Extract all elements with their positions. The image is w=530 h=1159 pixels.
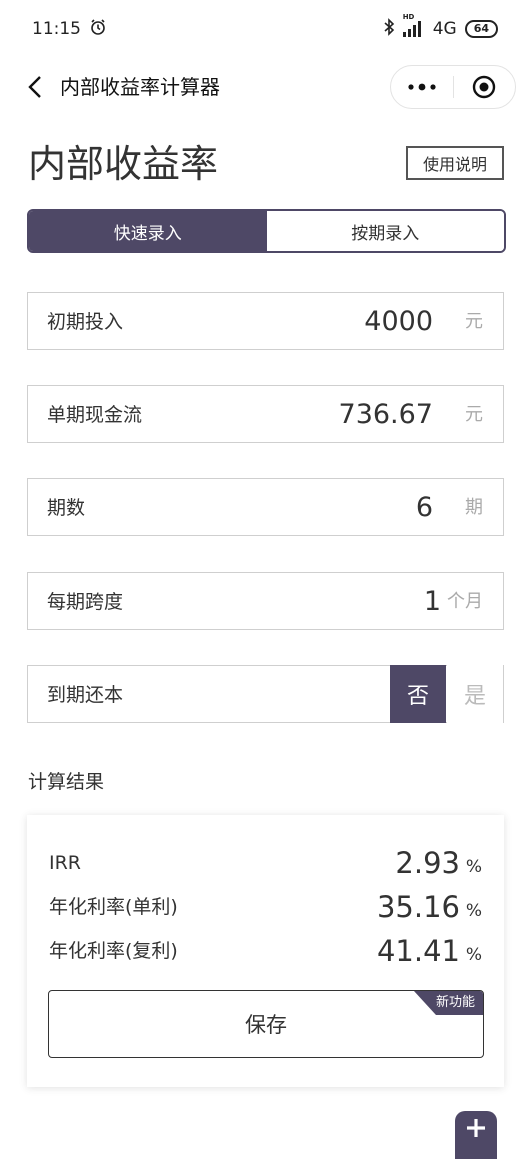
field-label: 每期跨度 (47, 591, 124, 613)
status-left: 11:15 (32, 18, 107, 41)
initial-investment-input[interactable]: 4000 (364, 293, 433, 351)
result-unit: % (465, 945, 482, 965)
result-value: 41.41 (376, 934, 460, 968)
save-button-label: 保存 (245, 1013, 287, 1037)
target-close-icon[interactable] (453, 65, 515, 109)
period-cashflow-input[interactable]: 736.67 (339, 386, 433, 444)
initial-investment-field[interactable]: 初期投入 4000 元 (27, 292, 504, 350)
results-card: IRR 2.93 % 年化利率(单利) 35.16 % 年化利率(复利) 41.… (27, 815, 504, 1087)
result-label: 年化利率(复利) (49, 940, 178, 962)
navigation-bar: 内部收益率计算器 (0, 58, 530, 116)
result-value: 2.93 (395, 846, 460, 880)
help-button[interactable]: 使用说明 (406, 146, 504, 180)
periods-input[interactable]: 6 (416, 479, 433, 537)
tab-periodic-entry[interactable]: 按期录入 (266, 211, 504, 251)
repay-principal-yes-option[interactable]: 是 (447, 665, 503, 723)
network-type: 4G (432, 19, 457, 39)
result-row-irr: IRR 2.93 % (49, 843, 484, 883)
period-span-input[interactable]: 1 (424, 573, 441, 631)
tab-quick-entry[interactable]: 快速录入 (29, 211, 267, 251)
period-cashflow-field[interactable]: 单期现金流 736.67 元 (27, 385, 504, 443)
more-dots-icon[interactable] (391, 65, 453, 109)
result-value: 35.16 (376, 890, 460, 924)
field-unit: 元 (465, 404, 483, 425)
add-button[interactable] (455, 1111, 497, 1159)
save-button[interactable]: 保存 新功能 (48, 990, 484, 1058)
plus-icon (465, 1117, 487, 1143)
repay-principal-no-option[interactable]: 否 (390, 665, 446, 723)
bluetooth-icon (383, 17, 395, 41)
nav-title: 内部收益率计算器 (60, 75, 220, 99)
result-label: 年化利率(单利) (49, 896, 178, 918)
hd-badge: HD (402, 13, 415, 21)
field-label: 期数 (47, 497, 86, 519)
field-label: 单期现金流 (47, 404, 143, 426)
result-unit: % (465, 857, 482, 877)
result-unit: % (465, 901, 482, 921)
mini-program-capsule (390, 65, 516, 109)
field-unit: 期 (465, 497, 483, 518)
signal-icon: HD (402, 13, 425, 37)
result-label: IRR (49, 852, 82, 874)
status-right: HD 4G 64 (383, 13, 498, 41)
period-span-unit-select[interactable]: 个月 (447, 573, 483, 631)
page-title: 内部收益率 (28, 142, 219, 186)
chevron-left-icon[interactable] (20, 72, 50, 102)
result-row-simple-rate: 年化利率(单利) 35.16 % (49, 887, 484, 927)
field-label: 到期还本 (47, 684, 124, 706)
status-time: 11:15 (32, 19, 81, 39)
new-feature-badge: 新功能 (413, 991, 483, 1015)
period-span-field[interactable]: 每期跨度 1 个月 (27, 572, 504, 630)
input-mode-tabs: 快速录入 按期录入 (27, 209, 506, 253)
results-section-title: 计算结果 (28, 771, 105, 793)
status-bar: 11:15 HD 4G 64 (0, 0, 530, 58)
battery-indicator: 64 (464, 20, 498, 38)
alarm-clock-icon (89, 18, 107, 41)
periods-field[interactable]: 期数 6 期 (27, 478, 504, 536)
result-row-compound-rate: 年化利率(复利) 41.41 % (49, 931, 484, 971)
repay-principal-field: 到期还本 否 是 (27, 665, 504, 723)
field-unit: 元 (465, 311, 483, 332)
field-label: 初期投入 (47, 311, 124, 333)
